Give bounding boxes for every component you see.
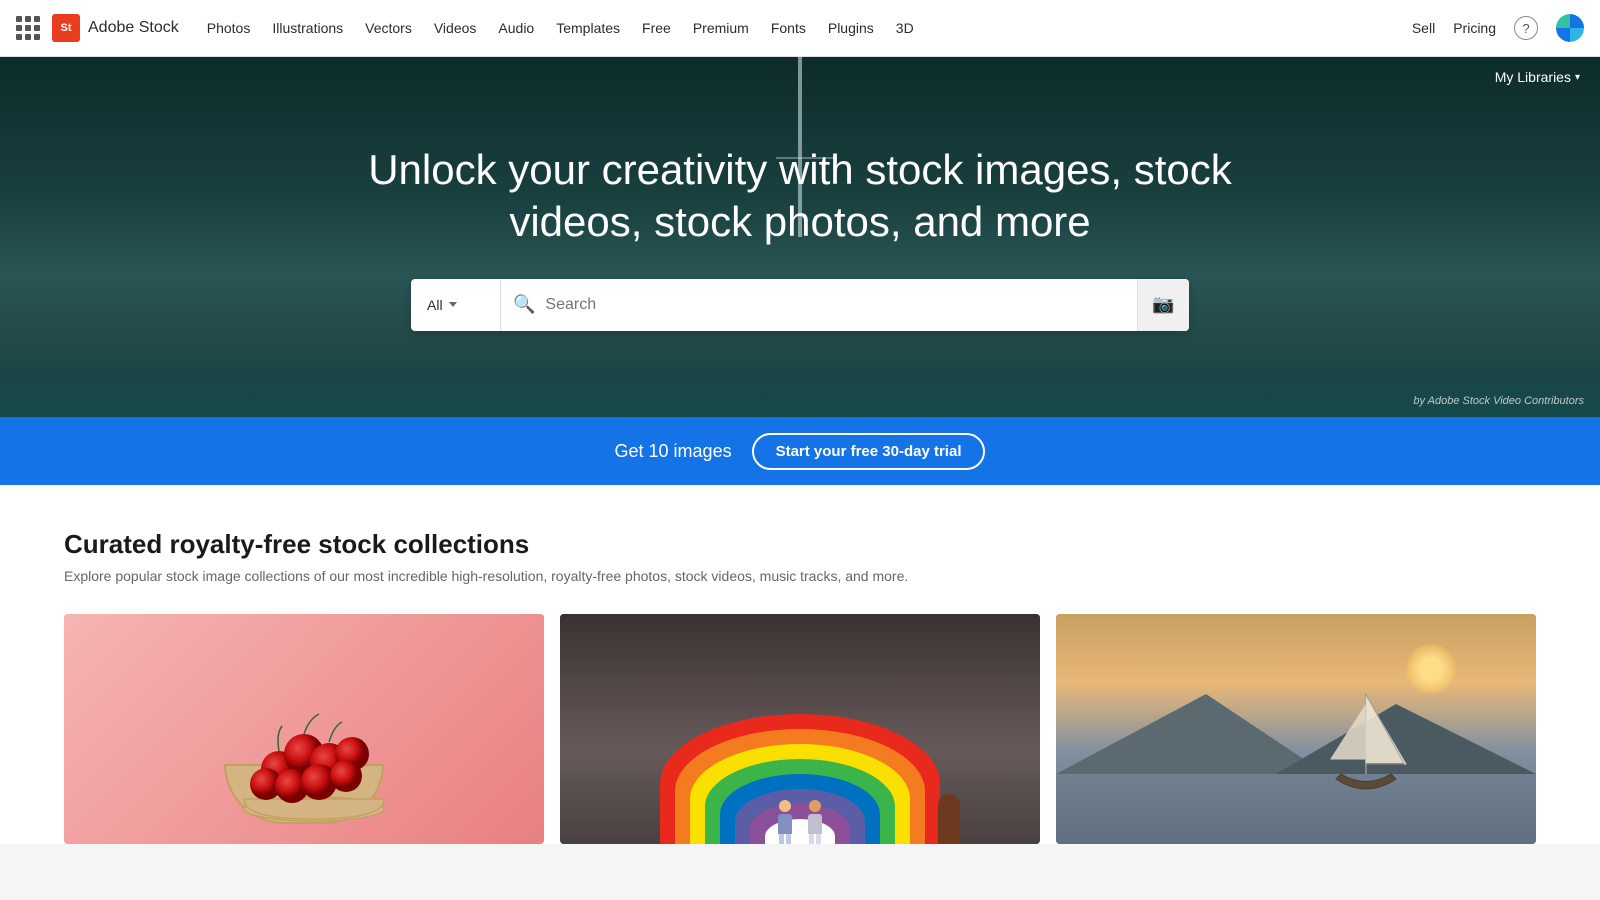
sailboat-water [1056,774,1536,844]
nav-right: Sell Pricing ? [1412,14,1584,42]
my-libraries-button[interactable]: My Libraries ▾ [1495,69,1580,85]
hero-content: Unlock your creativity with stock images… [350,144,1250,249]
camera-icon: 📷 [1152,294,1174,315]
navbar: St Adobe Stock Photos Illustrations Vect… [0,0,1600,57]
cherry-bowl-illustration [224,764,384,824]
chevron-down-icon [449,302,457,307]
collection-card-sailboat[interactable] [1056,614,1536,844]
nav-videos[interactable]: Videos [434,20,477,36]
logo-badge: St [52,14,80,42]
collection-card-cherries[interactable] [64,614,544,844]
nav-fonts[interactable]: Fonts [771,20,806,36]
nav-pricing[interactable]: Pricing [1453,20,1496,36]
promo-text: Get 10 images [615,441,732,462]
nav-sell[interactable]: Sell [1412,20,1435,36]
nav-links: Photos Illustrations Vectors Videos Audi… [207,20,1412,36]
search-input[interactable] [545,296,1125,314]
nav-premium[interactable]: Premium [693,20,749,36]
nav-templates[interactable]: Templates [556,20,620,36]
search-bar: All 🔍 📷 [411,279,1189,331]
grid-menu-icon[interactable] [16,16,40,40]
globe-icon[interactable] [1556,14,1584,42]
chevron-down-icon: ▾ [1575,72,1580,83]
nav-plugins[interactable]: Plugins [828,20,874,36]
hero-attribution: by Adobe Stock Video Contributors [1413,395,1584,407]
collections-title: Curated royalty-free stock collections [64,529,1536,560]
collections-section: Curated royalty-free stock collections E… [0,485,1600,844]
collection-card-rainbow[interactable] [560,614,1040,844]
my-libraries-label: My Libraries [1495,69,1571,85]
collections-subtitle: Explore popular stock image collections … [64,568,1536,584]
search-icon: 🔍 [513,294,535,315]
nav-illustrations[interactable]: Illustrations [272,20,343,36]
nav-audio[interactable]: Audio [498,20,534,36]
visual-search-button[interactable]: 📷 [1137,279,1189,331]
hero-title: Unlock your creativity with stock images… [350,144,1250,249]
help-icon[interactable]: ? [1514,16,1538,40]
logo-text: Adobe Stock [88,19,179,37]
cherries-svg [224,704,404,824]
search-input-wrap: 🔍 [501,279,1137,331]
collections-grid [64,614,1536,844]
person-2 [805,800,825,844]
nav-vectors[interactable]: Vectors [365,20,412,36]
nav-free[interactable]: Free [642,20,671,36]
rainbow-door [938,794,960,844]
search-category-label: All [427,297,443,313]
rainbow-people [775,800,825,844]
nav-photos[interactable]: Photos [207,20,251,36]
search-category-select[interactable]: All [411,279,501,331]
person-1 [775,800,795,844]
sailboat-mountains [1056,694,1536,774]
nav-3d[interactable]: 3D [896,20,914,36]
hero-section: My Libraries ▾ Unlock your creativity wi… [0,57,1600,417]
trial-button[interactable]: Start your free 30-day trial [752,433,986,470]
logo[interactable]: St Adobe Stock [52,14,179,42]
promo-banner: Get 10 images Start your free 30-day tri… [0,417,1600,485]
sailboat-svg [1316,684,1416,804]
